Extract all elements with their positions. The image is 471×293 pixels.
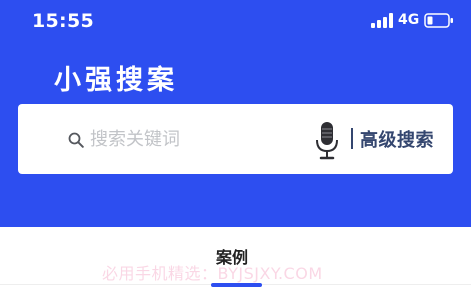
battery-icon [424, 13, 453, 28]
header-banner: 15:55 4G 小强搜案 高级搜索 [0, 0, 471, 227]
status-bar: 15:55 4G [0, 0, 471, 44]
advanced-search-divider [351, 128, 353, 149]
search-input[interactable] [90, 124, 300, 154]
signal-icon [371, 13, 393, 28]
watermark: 必用手机精选：BYJSJXY.COM [102, 264, 323, 283]
tab-bar: 案例 必用手机精选：BYJSJXY.COM [0, 227, 471, 293]
status-time: 15:55 [32, 10, 94, 32]
page-title: 小强搜案 [54, 65, 178, 96]
search-icon[interactable] [68, 132, 84, 148]
microphone-icon[interactable] [314, 121, 340, 161]
search-bar: 高级搜索 [18, 104, 453, 174]
network-label: 4G [398, 12, 420, 28]
advanced-search-button[interactable]: 高级搜索 [360, 126, 434, 152]
